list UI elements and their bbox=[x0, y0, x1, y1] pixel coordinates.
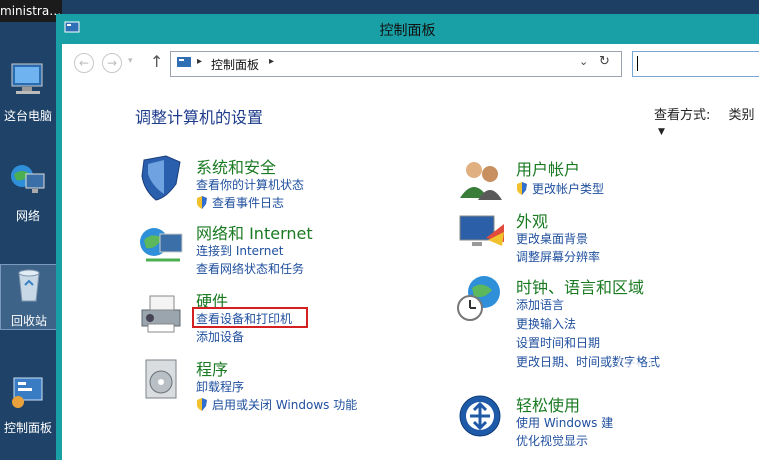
breadcrumb-separator-icon[interactable]: ▸ bbox=[197, 56, 202, 67]
programs-icon bbox=[145, 359, 177, 399]
link-view-computer-status[interactable]: 查看你的计算机状态 bbox=[196, 176, 304, 193]
control-panel-icon bbox=[12, 377, 43, 408]
computer-icon bbox=[11, 63, 43, 94]
clock-globe-icon bbox=[457, 276, 500, 321]
link-view-event-logs[interactable]: 查看事件日志 bbox=[196, 194, 284, 211]
category-user-accounts: 用户帐户 更改帐户类型 bbox=[456, 156, 756, 206]
uac-shield-icon bbox=[197, 398, 207, 411]
category-appearance: 外观 更改桌面背景 调整屏幕分辨率 bbox=[456, 208, 756, 268]
link-add-device[interactable]: 添加设备 bbox=[196, 328, 244, 345]
network-globe-icon bbox=[140, 228, 183, 262]
category-title[interactable]: 时钟、语言和区域 bbox=[516, 274, 644, 298]
category-title[interactable]: 系统和安全 bbox=[196, 154, 276, 178]
link-uninstall-program[interactable]: 卸载程序 bbox=[196, 378, 244, 395]
security-shield-icon bbox=[141, 155, 181, 201]
link-change-background[interactable]: 更改桌面背景 bbox=[516, 230, 588, 247]
category-title[interactable]: 用户帐户 bbox=[516, 156, 580, 180]
printer-icon bbox=[141, 295, 181, 333]
link-network-status[interactable]: 查看网络状态和任务 bbox=[196, 260, 304, 277]
category-hardware: 硬件 查看设备和打印机 添加设备 bbox=[136, 288, 436, 348]
breadcrumb-control-panel[interactable]: 控制面板 bbox=[211, 56, 259, 73]
view-by-label: 查看方式: bbox=[654, 108, 711, 123]
view-by: 查看方式: 类别 ▼ bbox=[654, 104, 759, 138]
background-window-title: ministra… bbox=[0, 0, 62, 22]
main-content: 调整计算机的设置 查看方式: 类别 ▼ 系统和安全 查看你的计算机状态 查看事件… bbox=[62, 84, 759, 460]
address-history-dropdown-icon[interactable]: ⌄ bbox=[579, 55, 588, 68]
watermark-text: 创新互联 bbox=[660, 424, 732, 445]
category-clock-language-region: 时钟、语言和区域 添加语言 更换输入法 设置时间和日期 更改日期、时间或数字格式 bbox=[456, 274, 756, 374]
refresh-icon[interactable]: ↻ bbox=[599, 54, 610, 69]
search-input[interactable] bbox=[632, 51, 759, 77]
appearance-icon bbox=[459, 215, 504, 246]
desktop-icon-recycle-bin[interactable]: 回收站 bbox=[0, 264, 58, 330]
link-add-language[interactable]: 添加语言 bbox=[516, 296, 564, 313]
desktop-icon-network[interactable]: 网络 bbox=[0, 160, 56, 224]
breadcrumb-separator-icon[interactable]: ▸ bbox=[269, 56, 274, 67]
up-button[interactable]: ↑ bbox=[150, 52, 163, 71]
watermark-logo bbox=[618, 348, 652, 382]
ease-of-access-icon bbox=[459, 395, 501, 437]
highlight-box bbox=[192, 307, 308, 328]
link-screen-resolution[interactable]: 调整屏幕分辨率 bbox=[516, 248, 600, 265]
window-title: 控制面板 bbox=[379, 23, 436, 39]
desktop-icon-this-pc[interactable]: 这台电脑 bbox=[0, 60, 56, 124]
chevron-down-icon[interactable]: ▼ bbox=[658, 127, 665, 137]
address-bar[interactable]: ▸ 控制面板 ▸ ⌄ ↻ bbox=[170, 51, 622, 77]
control-panel-window: 控制面板 ← → ▾ ↑ ▸ 控制面板 ▸ ⌄ ↻ 调整计算机的设置 查看方式:… bbox=[56, 14, 759, 460]
desktop-icon-control-panel[interactable]: 控制面板 bbox=[0, 372, 56, 436]
link-windows-suggestions[interactable]: 使用 Windows 建 bbox=[516, 414, 613, 431]
category-title[interactable]: 网络和 Internet bbox=[196, 220, 313, 244]
desktop: ministra… 这台电脑 网络 回收站 控制面板 bbox=[0, 0, 62, 460]
title-bar[interactable]: 控制面板 bbox=[56, 14, 759, 44]
view-by-dropdown[interactable]: 类别 bbox=[729, 108, 755, 123]
users-icon bbox=[460, 162, 502, 200]
network-icon bbox=[11, 165, 45, 193]
uac-shield-icon bbox=[517, 182, 527, 195]
link-devices-printers[interactable]: 查看设备和打印机 bbox=[192, 307, 308, 328]
back-button[interactable]: ← bbox=[74, 53, 94, 73]
uac-shield-icon bbox=[197, 196, 207, 209]
link-optimize-visual[interactable]: 优化视觉显示 bbox=[516, 432, 588, 449]
link-change-account-type[interactable]: 更改帐户类型 bbox=[516, 180, 604, 197]
link-change-input-method[interactable]: 更换输入法 bbox=[516, 315, 576, 332]
category-network-internet: 网络和 Internet 连接到 Internet 查看网络状态和任务 bbox=[136, 220, 436, 280]
page-title: 调整计算机的设置 bbox=[135, 108, 264, 127]
category-title[interactable]: 外观 bbox=[516, 208, 548, 232]
link-set-time-date[interactable]: 设置时间和日期 bbox=[516, 334, 600, 351]
navigation-toolbar: ← → ▾ ↑ ▸ 控制面板 ▸ ⌄ ↻ bbox=[62, 44, 759, 84]
category-system-security: 系统和安全 查看你的计算机状态 查看事件日志 bbox=[136, 154, 436, 214]
category-title[interactable]: 程序 bbox=[196, 356, 228, 380]
recycle-bin-icon bbox=[18, 269, 40, 302]
link-connect-internet[interactable]: 连接到 Internet bbox=[196, 242, 283, 259]
category-title[interactable]: 轻松使用 bbox=[516, 392, 580, 416]
category-programs: 程序 卸载程序 启用或关闭 Windows 功能 bbox=[136, 356, 436, 416]
text-cursor bbox=[637, 56, 638, 71]
control-panel-address-icon bbox=[177, 57, 191, 67]
link-windows-features[interactable]: 启用或关闭 Windows 功能 bbox=[196, 396, 357, 413]
forward-button[interactable]: → bbox=[102, 53, 122, 73]
recent-pages-dropdown[interactable]: ▾ bbox=[128, 56, 133, 66]
